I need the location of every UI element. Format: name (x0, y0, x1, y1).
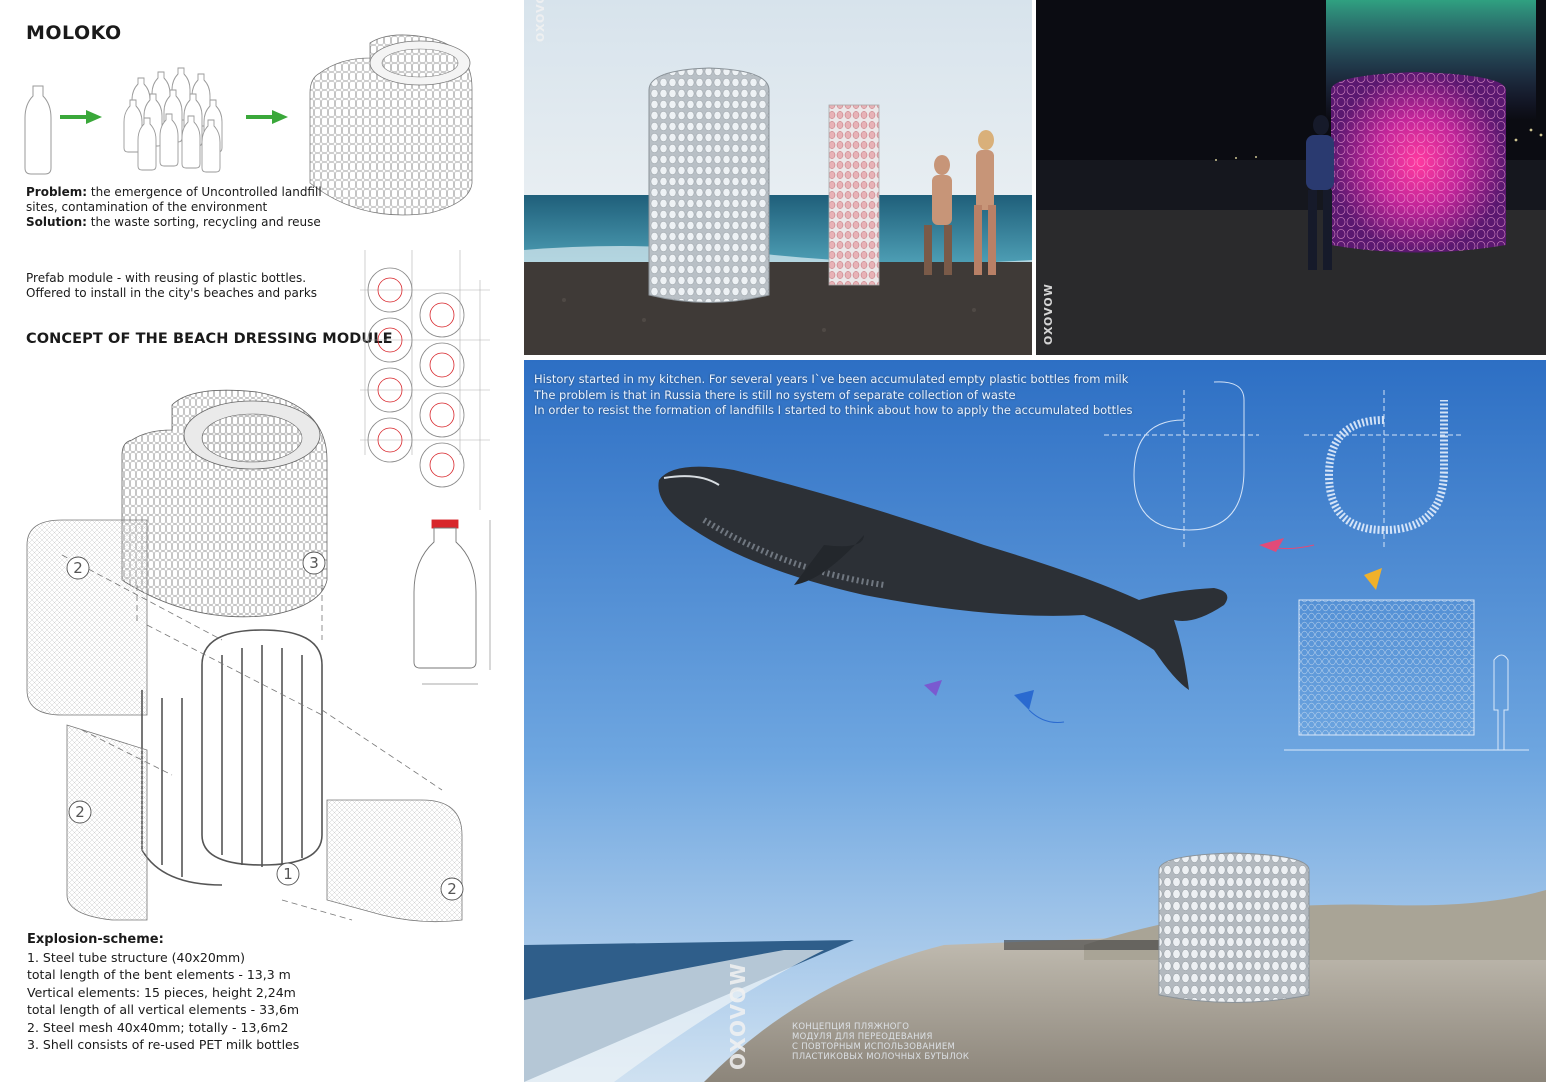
problem-solution-text: Problem: the emergence of Uncontrolled l… (26, 185, 322, 230)
russian-line: МОДУЛЯ ДЛЯ ПЕРЕОДЕВАНИЯ (792, 1032, 933, 1042)
russian-line: ПЛАСТИКОВЫХ МОЛОЧНЫХ БУТЫЛОК (792, 1052, 970, 1062)
story-line-1: History started in my kitchen. For sever… (534, 372, 1129, 386)
bottle-cluster-icon (123, 67, 223, 173)
green-arrow-icon (246, 110, 288, 124)
explosion-scheme-drawing: 2 3 2 1 2 (26, 389, 464, 923)
problem-label: Problem: (26, 185, 88, 199)
russian-line: С ПОВТОРНЫМ ИСПОЛЬЗОВАНИЕМ (792, 1042, 956, 1052)
explosion-scheme-text: Explosion-scheme: 1. Steel tube structur… (27, 931, 299, 1054)
marker-2b: 2 (75, 803, 85, 821)
story-text: History started in my kitchen. For sever… (534, 372, 1132, 419)
prefab-text: Prefab module - with reusing of plastic … (26, 271, 317, 301)
marker-1: 1 (283, 865, 293, 883)
russian-caption: КОНЦЕПЦИЯ ПЛЯЖНОГО МОДУЛЯ ДЛЯ ПЕРЕОДЕВАН… (792, 1022, 969, 1062)
logo-mark-large: OXOVOW (726, 962, 750, 1070)
beach-module (1158, 852, 1310, 1003)
left-panel: MOLOKO Problem: the emergence of Uncontr… (0, 0, 520, 1082)
logo-mark: OXOVOW (534, 0, 547, 42)
explosion-line: total length of all vertical elements - … (27, 1002, 300, 1017)
explosion-line: Vertical elements: 15 pieces, height 2,2… (27, 984, 296, 1000)
cylinder-sketch (309, 34, 473, 216)
problem-text-2: sites, contamination of the environment (26, 200, 268, 214)
day-beach-render: OXOVOW (524, 0, 1032, 355)
russian-line: КОНЦЕПЦИЯ ПЛЯЖНОГО (792, 1022, 910, 1032)
green-arrow-icon (60, 110, 102, 124)
prefab-line-2: Offered to install in the city's beaches… (26, 286, 318, 300)
explosion-heading: Explosion-scheme: (27, 932, 164, 947)
story-line-3: In order to resist the formation of land… (534, 403, 1133, 417)
explosion-line: 3. Shell consists of re-used PET milk bo… (27, 1037, 300, 1052)
marker-2a: 2 (73, 559, 83, 577)
single-bottle-icon (24, 85, 52, 175)
solution-label: Solution: (26, 215, 87, 229)
concept-heading: CONCEPT OF THE BEACH DRESSING MODULE (26, 331, 393, 347)
night-beach-render: OXOVOW (1036, 0, 1546, 355)
explosion-line: 1. Steel tube structure (40x20mm) (27, 949, 245, 965)
explosion-line: 2. Steel mesh 40x40mm; totally - 13,6m2 (27, 1019, 289, 1035)
explosion-line: total length of the bent elements - 13,3… (27, 967, 291, 982)
logo-mark-night: OXOVOW (1042, 283, 1055, 345)
marker-2c: 2 (447, 880, 457, 898)
problem-text: the emergence of Uncontrolled landfill (87, 185, 322, 199)
prefab-line-1: Prefab module - with reusing of plastic … (26, 271, 307, 285)
story-line-2: The problem is that in Russia there is s… (534, 387, 1016, 402)
whale-beach-collage: History started in my kitchen. For sever… (524, 360, 1546, 1082)
marker-3: 3 (309, 554, 319, 572)
solution-text: the waste sorting, recycling and reuse (86, 215, 321, 229)
